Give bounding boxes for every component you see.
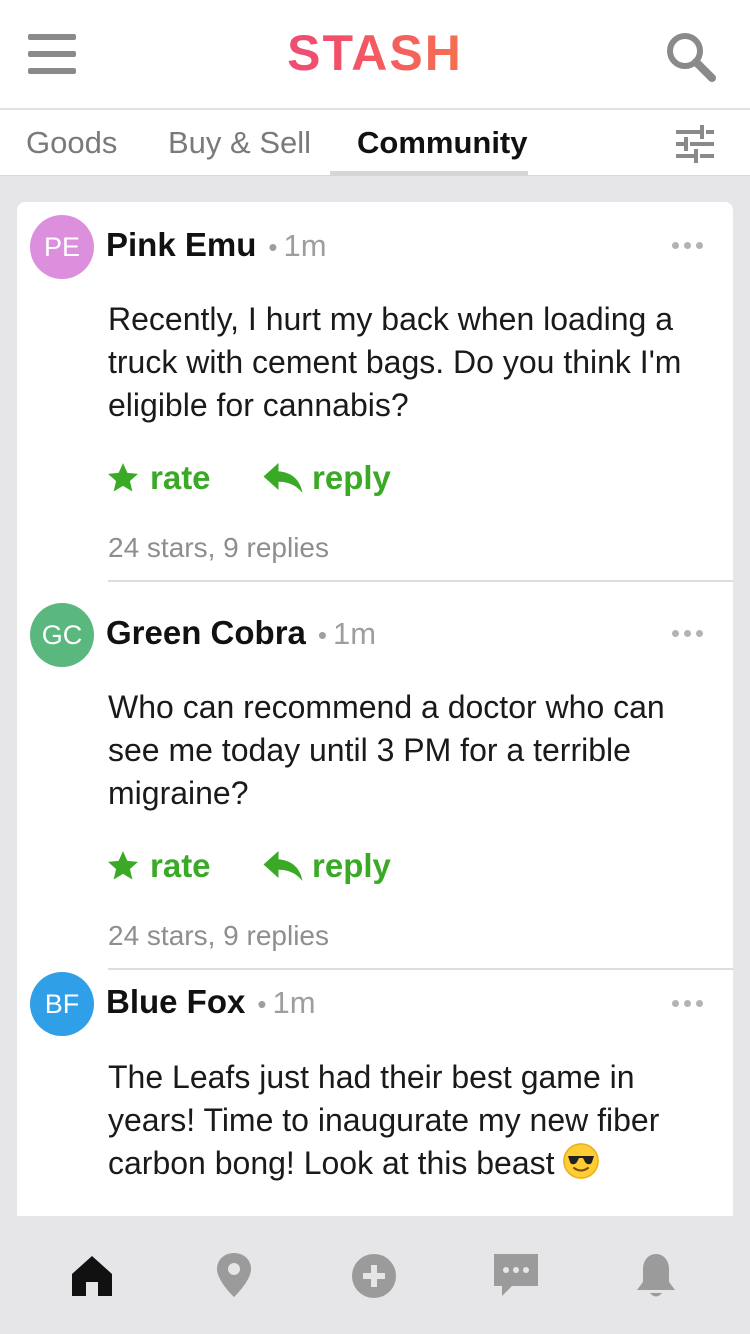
avatar[interactable]: GC [30,603,94,667]
avatar[interactable]: BF [30,972,94,1036]
category-tabs: Goods Buy & Sell Community [0,110,750,176]
post-time: • 1m [317,616,377,651]
sliders-filter-icon[interactable] [674,124,716,164]
author-name: Green Cobra [106,614,306,651]
bell-icon[interactable] [632,1250,680,1300]
star-icon [107,851,139,880]
author-name: Pink Emu [106,226,257,263]
rate-button[interactable]: rate [106,846,216,886]
rate-label: rate [150,847,211,884]
more-options-icon[interactable] [672,240,706,250]
post-card: PE Pink Emu • 1m Recently, I hurt my back … [17,202,733,590]
sunglasses-emoji-icon [562,1143,599,1179]
home-icon[interactable] [68,1250,116,1300]
author-name: Blue Fox [106,983,246,1020]
post-stats: 24 stars, 9 replies [108,920,329,951]
time-value: 1m [333,616,377,651]
community-feed: PE Pink Emu • 1m Recently, I hurt my back … [17,202,733,1216]
add-circle-icon[interactable] [350,1250,398,1300]
post-divider [108,580,733,582]
location-pin-icon[interactable] [210,1250,258,1300]
post-divider [108,968,733,970]
post-author[interactable]: Blue Fox • 1m [106,983,316,1021]
post-card: BF Blue Fox • 1m The Leafs just had their … [17,972,733,1216]
post-time: • 1m [257,985,316,1020]
app-logo: STASH [0,24,750,82]
reply-label: reply [312,459,391,496]
tab-goods[interactable]: Goods [26,110,117,176]
more-options-icon[interactable] [672,628,706,638]
reply-button[interactable]: reply [262,458,402,498]
tab-community[interactable]: Community [357,110,528,176]
time-value: 1m [283,228,327,263]
rate-label: rate [150,459,211,496]
post-text: Who can recommend a doctor who can see m… [108,689,665,811]
post-time: • 1m [268,228,327,263]
post-stats: 24 stars, 9 replies [108,532,329,563]
post-text: The Leafs just had their best game in ye… [108,1056,708,1185]
more-options-icon[interactable] [672,998,706,1008]
reply-label: reply [312,847,391,884]
post-card: GC Green Cobra • 1m Who can recommend a do… [17,590,733,978]
time-value: 1m [272,985,316,1020]
active-tab-indicator [330,171,528,176]
post-text: Recently, I hurt my back when loading a … [108,301,682,423]
post-author[interactable]: Green Cobra • 1m [106,614,376,652]
reply-arrow-icon [263,463,303,493]
post-author[interactable]: Pink Emu • 1m [106,226,327,264]
reply-arrow-icon [263,851,303,881]
star-icon [107,463,139,492]
avatar[interactable]: PE [30,215,94,279]
app-header: STASH [0,0,750,110]
chat-bubble-icon[interactable] [492,1250,540,1300]
search-icon[interactable] [664,30,718,84]
bottom-navigation [0,1216,750,1334]
rate-button[interactable]: rate [106,458,216,498]
reply-button[interactable]: reply [262,846,402,886]
tab-buy-sell[interactable]: Buy & Sell [168,110,311,176]
